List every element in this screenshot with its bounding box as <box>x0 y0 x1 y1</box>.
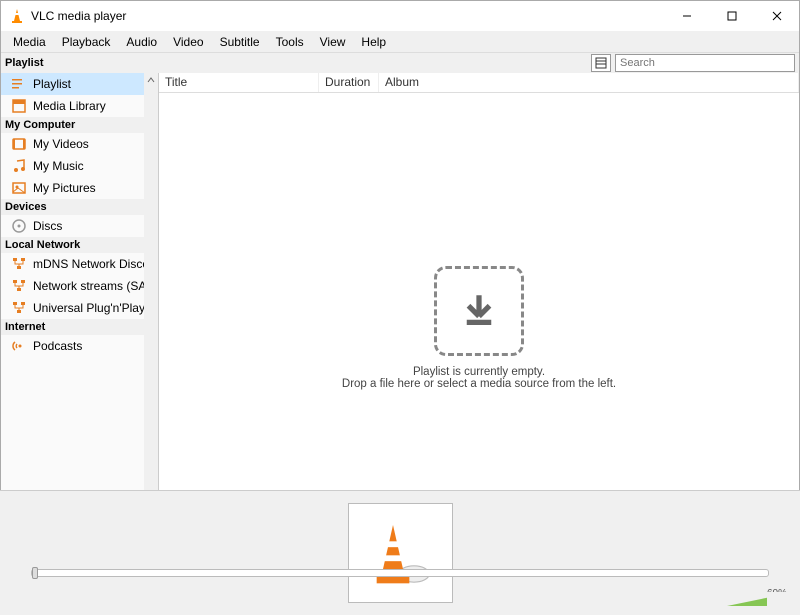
sidebar-item-my-pictures[interactable]: My Pictures <box>1 177 144 199</box>
sidebar-item-label: My Videos <box>33 137 89 151</box>
sidebar-item-discs[interactable]: Discs <box>1 215 144 237</box>
drop-target-icon <box>434 266 524 356</box>
sidebar-item-label: My Pictures <box>33 181 96 195</box>
seek-slider[interactable] <box>31 569 770 577</box>
menu-view[interactable]: View <box>312 33 354 51</box>
sidebar-item-mdns[interactable]: mDNS Network Disco... <box>1 253 144 275</box>
menu-video[interactable]: Video <box>165 33 211 51</box>
section-devices: Devices <box>1 199 144 215</box>
sidebar-item-my-videos[interactable]: My Videos <box>1 133 144 155</box>
sidebar-item-media-library[interactable]: Media Library <box>1 95 144 117</box>
menu-subtitle[interactable]: Subtitle <box>212 33 268 51</box>
album-art-thumbnail <box>0 490 800 615</box>
sidebar-item-label: Podcasts <box>33 339 82 353</box>
picture-icon <box>11 180 27 196</box>
playlist-label: Playlist <box>5 57 44 69</box>
sidebar-item-label: Media Library <box>33 99 106 113</box>
source-tree: Playlist Media Library My Computer My Vi… <box>1 73 158 562</box>
column-duration[interactable]: Duration <box>319 73 379 92</box>
window-title: VLC media player <box>31 9 126 23</box>
video-icon <box>11 136 27 152</box>
section-my-computer: My Computer <box>1 117 144 133</box>
playlist-icon <box>11 76 27 92</box>
title-bar: VLC media player <box>1 1 799 31</box>
cone-art-icon <box>365 518 435 588</box>
chevron-up-icon <box>146 75 156 85</box>
disc-icon <box>11 218 27 234</box>
sidebar-item-podcasts[interactable]: Podcasts <box>1 335 144 357</box>
menu-tools[interactable]: Tools <box>268 33 312 51</box>
sidebar-item-label: My Music <box>33 159 84 173</box>
empty-line-2: Drop a file here or select a media sourc… <box>342 378 616 390</box>
sidebar-scrollbar[interactable] <box>144 73 158 562</box>
section-local-network: Local Network <box>1 237 144 253</box>
sidebar-item-sap[interactable]: Network streams (SAP) <box>1 275 144 297</box>
sidebar-item-label: Universal Plug'n'Play <box>33 301 144 315</box>
close-button[interactable] <box>754 1 799 31</box>
sidebar-item-label: Network streams (SAP) <box>33 279 144 293</box>
menu-help[interactable]: Help <box>353 33 394 51</box>
playlist-header: Playlist <box>1 53 799 73</box>
menu-playback[interactable]: Playback <box>54 33 119 51</box>
sidebar: Playlist Media Library My Computer My Vi… <box>1 73 159 562</box>
menu-media[interactable]: Media <box>5 33 54 51</box>
volume-slider[interactable]: 60% <box>725 590 795 608</box>
menu-bar: Media Playback Audio Video Subtitle Tool… <box>1 31 799 53</box>
toggle-view-button[interactable] <box>591 54 611 72</box>
sidebar-item-playlist[interactable]: Playlist <box>1 73 144 95</box>
search-input[interactable] <box>615 54 795 72</box>
empty-line-1: Playlist is currently empty. <box>413 366 545 378</box>
column-headers: Title Duration Album <box>159 73 799 93</box>
library-icon <box>11 98 27 114</box>
section-internet: Internet <box>1 319 144 335</box>
playlist-content: Title Duration Album Playlist is current… <box>159 73 799 562</box>
menu-audio[interactable]: Audio <box>118 33 165 51</box>
network-icon <box>11 256 27 272</box>
column-title[interactable]: Title <box>159 73 319 92</box>
network-icon <box>11 300 27 316</box>
sidebar-item-my-music[interactable]: My Music <box>1 155 144 177</box>
sidebar-item-label: mDNS Network Disco... <box>33 257 144 271</box>
column-album[interactable]: Album <box>379 73 799 92</box>
podcast-icon <box>11 338 27 354</box>
sidebar-item-label: Playlist <box>33 77 71 91</box>
music-icon <box>11 158 27 174</box>
sidebar-item-upnp[interactable]: Universal Plug'n'Play <box>1 297 144 319</box>
sidebar-item-label: Discs <box>33 219 62 233</box>
minimize-button[interactable] <box>664 1 709 31</box>
app-icon <box>9 8 25 24</box>
network-icon <box>11 278 27 294</box>
maximize-button[interactable] <box>709 1 754 31</box>
